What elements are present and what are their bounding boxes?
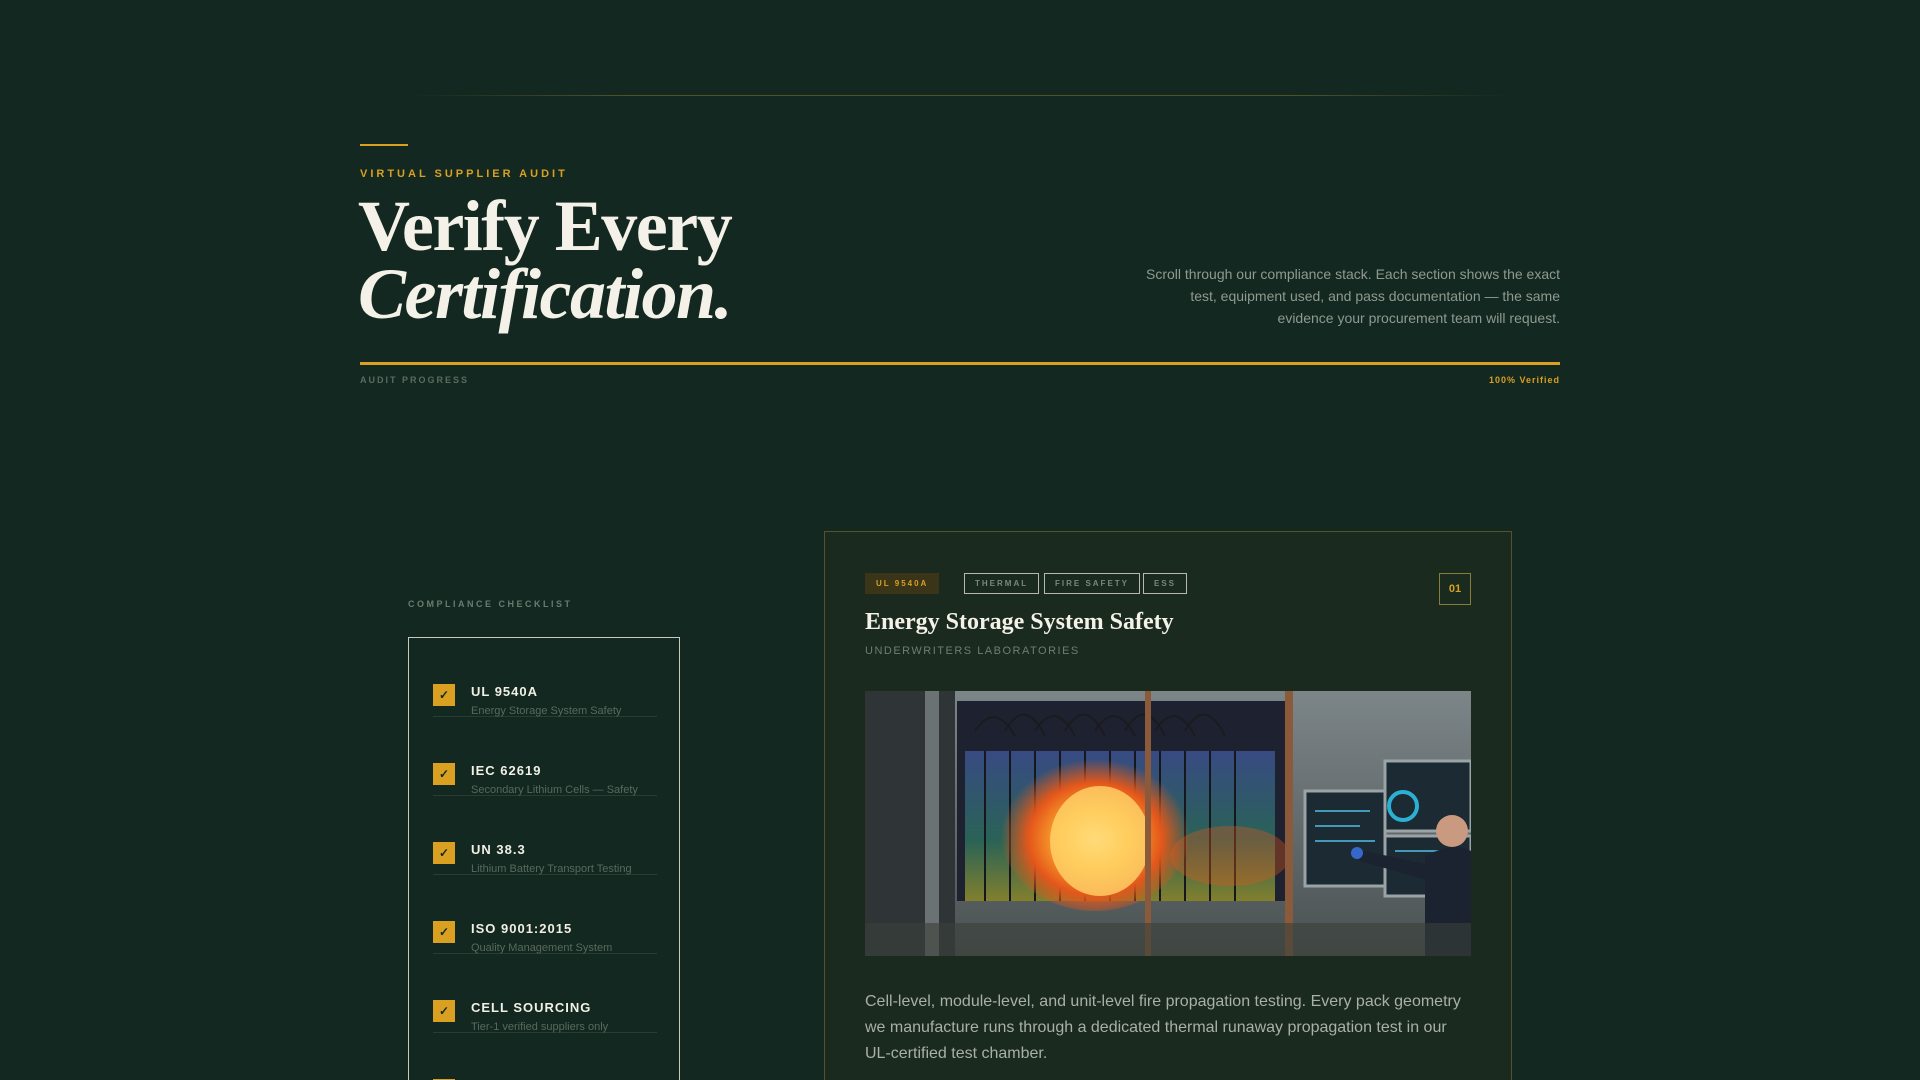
checklist-item-title: CELL SOURCING xyxy=(471,1000,592,1015)
checklist-item-subtitle: Quality Management System xyxy=(471,942,613,954)
checklist-item-ul9540a[interactable]: ✓ UL 9540A Energy Storage System Safety xyxy=(433,638,657,717)
hero-title-line2: Certification. xyxy=(358,254,733,334)
tag-fire-safety: FIRE SAFETY xyxy=(1044,573,1141,594)
check-icon: ✓ xyxy=(433,684,455,706)
compliance-checklist: ✓ UL 9540A Energy Storage System Safety … xyxy=(408,637,680,1080)
eyebrow-label: VIRTUAL SUPPLIER AUDIT xyxy=(360,168,568,180)
checklist-item-partial[interactable] xyxy=(433,1033,657,1080)
checklist-item-subtitle: Lithium Battery Transport Testing xyxy=(471,863,632,875)
audit-progress-value: 100% Verified xyxy=(1488,375,1560,385)
fire-test-photo xyxy=(865,691,1471,956)
checklist-heading: COMPLIANCE CHECKLIST xyxy=(408,599,573,609)
check-icon: ✓ xyxy=(433,1000,455,1022)
card-description: Cell-level, module-level, and unit-level… xyxy=(865,993,1461,1062)
checklist-item-subtitle: Energy Storage System Safety xyxy=(471,705,622,717)
audit-progress-label: AUDIT PROGRESS xyxy=(360,375,470,385)
tag-ul9540a: UL 9540A xyxy=(865,573,940,594)
checklist-item-title: IEC 62619 xyxy=(471,763,542,778)
hero-title: Verify Every Certification. xyxy=(358,190,733,334)
checklist-item-title: UN 38.3 xyxy=(471,842,526,857)
check-icon: ✓ xyxy=(433,842,455,864)
check-icon: ✓ xyxy=(433,763,455,785)
top-divider xyxy=(410,95,1510,96)
card-subtitle: UNDERWRITERS LABORATORIES xyxy=(865,645,1080,657)
checklist-item-iec62619[interactable]: ✓ IEC 62619 Secondary Lithium Cells — Sa… xyxy=(433,717,657,796)
checklist-item-subtitle: Secondary Lithium Cells — Safety xyxy=(471,784,638,796)
checklist-item-un383[interactable]: ✓ UN 38.3 Lithium Battery Transport Test… xyxy=(433,796,657,875)
audit-progress-bar xyxy=(360,362,1560,365)
checklist-item-title: UL 9540A xyxy=(471,684,539,699)
card-title: Energy Storage System Safety xyxy=(865,609,1174,635)
checklist-item-cell-sourcing[interactable]: ✓ CELL SOURCING Tier-1 verified supplier… xyxy=(433,954,657,1033)
check-icon: ✓ xyxy=(433,921,455,943)
checklist-item-iso9001[interactable]: ✓ ISO 9001:2015 Quality Management Syste… xyxy=(433,875,657,954)
tag-ess: ESS xyxy=(1143,573,1188,594)
checklist-item-subtitle: Tier-1 verified suppliers only xyxy=(471,1021,609,1033)
checklist-item-title: ISO 9001:2015 xyxy=(471,921,573,936)
hero-description: Scroll through our compliance stack. Eac… xyxy=(1146,266,1560,326)
certification-card: UL 9540A THERMAL FIRE SAFETY ESS 01 Ener… xyxy=(824,531,1512,1080)
fire-test-illustration xyxy=(865,691,1471,956)
eyebrow-accent-bar xyxy=(360,144,408,146)
card-number-badge: 01 xyxy=(1439,573,1471,605)
tag-thermal: THERMAL xyxy=(964,573,1040,594)
